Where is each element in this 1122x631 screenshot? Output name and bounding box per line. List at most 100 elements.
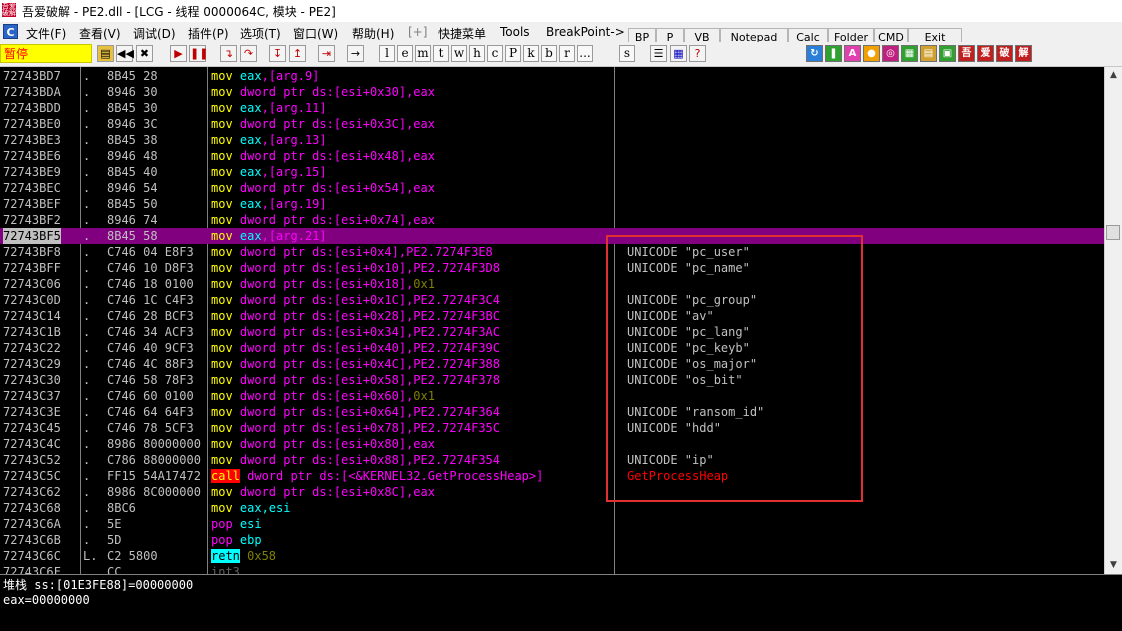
pause-green-icon[interactable]: ❚ — [825, 45, 842, 62]
breakpoints-button[interactable]: b — [541, 45, 557, 62]
disasm-row[interactable]: 72743C06. C746 18 0100 mov dword ptr ds:[e… — [0, 276, 1104, 292]
disasm-row[interactable]: 72743BE9. 8B45 40 mov eax,[arg.15] — [0, 164, 1104, 180]
disasm-row[interactable]: 72743C6F CC int3 — [0, 564, 1104, 574]
handles-button[interactable]: h — [469, 45, 485, 62]
disasm-row[interactable]: 72743C37. C746 60 0100 mov dword ptr ds:[e… — [0, 388, 1104, 404]
disasm-row[interactable]: 72743C0D. C746 1C C4F3 mov dword ptr ds:[e… — [0, 292, 1104, 308]
logo-char-4-icon[interactable]: 解 — [1015, 45, 1032, 62]
disasm-row[interactable]: 72743C6A. 5E pop esi — [0, 516, 1104, 532]
rewind-icon[interactable]: ◀◀ — [116, 45, 134, 62]
disasm-row[interactable]: 72743C30. C746 58 78F3 mov dword ptr ds:[e… — [0, 372, 1104, 388]
run-icon[interactable]: ▶ — [170, 45, 187, 62]
menu-breakpoint[interactable]: BreakPoint-> — [546, 25, 625, 39]
menu-view[interactable]: 查看(V) — [79, 25, 121, 42]
menu-tools[interactable]: Tools — [500, 25, 530, 39]
disasm-row[interactable]: 72743BFF. C746 10 D8F3 mov dword ptr ds:[e… — [0, 260, 1104, 276]
help-icon[interactable]: ? — [689, 45, 706, 62]
disasm-row[interactable]: 72743BF2. 8946 74 mov dword ptr ds:[esi+0x… — [0, 212, 1104, 228]
disasm-row[interactable]: 72743C6B. 5D pop ebp — [0, 532, 1104, 548]
menu-debug[interactable]: 调试(D) — [133, 25, 176, 42]
menu-window[interactable]: 窗口(W) — [293, 25, 338, 42]
disasm-row[interactable]: 72743BE6. 8946 48 mov dword ptr ds:[esi+0x… — [0, 148, 1104, 164]
disasm-row[interactable]: 72743C22. C746 40 9CF3 mov dword ptr ds:[e… — [0, 340, 1104, 356]
scroll-down-icon[interactable]: ▼ — [1105, 557, 1122, 574]
menu-plugins[interactable]: 插件(P) — [188, 25, 229, 42]
menu-shortcuts[interactable]: 快捷菜单 — [438, 25, 486, 42]
disasm-row[interactable]: 72743C1B. C746 34 ACF3 mov dword ptr ds:[e… — [0, 324, 1104, 340]
menu-plus[interactable]: [+] — [408, 25, 427, 39]
disasm-row[interactable]: 72743BF5. 8B45 58 mov eax,[arg.21] — [0, 228, 1104, 244]
run-trace-button[interactable]: ... — [577, 45, 593, 62]
logo-char-3-icon[interactable]: 破 — [996, 45, 1013, 62]
row-hex-bytes: C746 1C C4F3 — [107, 293, 194, 307]
a-icon[interactable]: A — [844, 45, 861, 62]
list-icon[interactable]: ☰ — [650, 45, 667, 62]
disassembly-pane[interactable]: 72743BD7. 8B45 28 mov eax,[arg.9] 72743BDA.… — [0, 67, 1104, 574]
disasm-row[interactable]: 72743BF8. C746 04 E8F3 mov dword ptr ds:[e… — [0, 244, 1104, 260]
disasm-row[interactable]: 72743BD7. 8B45 28 mov eax,[arg.9] — [0, 68, 1104, 84]
row-instruction: int3 — [211, 564, 240, 574]
disasm-row[interactable]: 72743BDA. 8946 30 mov dword ptr ds:[esi+0x… — [0, 84, 1104, 100]
instruction-token: eax — [239, 165, 262, 179]
disasm-row[interactable]: 72743C3E. C746 64 64F3 mov dword ptr ds:[e… — [0, 404, 1104, 420]
menu-help[interactable]: 帮助(H) — [352, 25, 394, 42]
menu-file[interactable]: 文件(F) — [26, 25, 66, 42]
target-icon[interactable]: ◎ — [882, 45, 899, 62]
close-icon[interactable]: ✖ — [136, 45, 153, 62]
step-into-icon[interactable]: ↴ — [220, 45, 237, 62]
source-button[interactable]: s — [619, 45, 635, 62]
goto-icon[interactable]: → — [347, 45, 364, 62]
refresh-icon[interactable]: ↻ — [806, 45, 823, 62]
trace-into-icon[interactable]: ↧ — [269, 45, 286, 62]
cmd-icon[interactable]: ▣ — [939, 45, 956, 62]
row-instruction: mov eax,[arg.19] — [211, 196, 327, 212]
execute-till-return-icon[interactable]: ⇥ — [318, 45, 335, 62]
disasm-row[interactable]: 72743BE3. 8B45 38 mov eax,[arg.13] — [0, 132, 1104, 148]
plugin-grid-icon[interactable]: ▦ — [901, 45, 918, 62]
disasm-row[interactable]: 72743C68. 8BC6 mov eax,esi — [0, 500, 1104, 516]
instruction-token: dword ptr ds:[esi+0x4],PE2.7274F3E8 — [239, 245, 493, 259]
instruction-token: mov — [211, 133, 240, 147]
instruction-token: 0x1 — [413, 389, 435, 403]
modules-button[interactable]: e — [397, 45, 413, 62]
pane-divider[interactable] — [0, 574, 1122, 575]
logo-char-1-icon[interactable]: 吾 — [958, 45, 975, 62]
step-over-icon[interactable]: ↷ — [240, 45, 257, 62]
menu-options[interactable]: 选项(T) — [240, 25, 281, 42]
windows-button[interactable]: w — [451, 45, 467, 62]
disasm-row[interactable]: 72743C6C L. C2 5800 retn 0x58 — [0, 548, 1104, 564]
disasm-row[interactable]: 72743C4C. 8986 80000000 mov dword ptr ds:[… — [0, 436, 1104, 452]
disasm-row[interactable]: 72743BDD. 8B45 30 mov eax,[arg.11] — [0, 100, 1104, 116]
row-address: 72743BEC — [3, 181, 61, 195]
disasm-row[interactable]: 72743C45. C746 78 5CF3 mov dword ptr ds:[e… — [0, 420, 1104, 436]
pause-icon[interactable]: ❚❚ — [189, 45, 208, 62]
scroll-thumb[interactable] — [1106, 225, 1120, 240]
disasm-row[interactable]: 72743BEF. 8B45 50 mov eax,[arg.19] — [0, 196, 1104, 212]
open-icon[interactable]: ▤ — [97, 45, 114, 62]
memory-button[interactable]: m — [415, 45, 431, 62]
scroll-up-icon[interactable]: ▲ — [1105, 67, 1122, 84]
log-window-button[interactable]: l — [379, 45, 395, 62]
folder-icon[interactable]: ▤ — [920, 45, 937, 62]
disasm-row[interactable]: 72743C14. C746 28 BCF3 mov dword ptr ds:[e… — [0, 308, 1104, 324]
vertical-scrollbar[interactable]: ▲ ▼ — [1104, 67, 1122, 574]
row-flow-mark: . — [83, 197, 91, 211]
row-instruction: mov eax,[arg.21] — [211, 228, 327, 244]
disasm-row[interactable]: 72743C5C. FF15 54A17472 call dword ptr ds:… — [0, 468, 1104, 484]
disasm-row[interactable]: 72743C29. C746 4C 88F3 mov dword ptr ds:[e… — [0, 356, 1104, 372]
cpu-window-icon[interactable]: C — [3, 24, 18, 39]
disasm-row[interactable]: 72743C52. C786 88000000 mov dword ptr ds:[… — [0, 452, 1104, 468]
disasm-row[interactable]: 72743C62. 8986 8C000000 mov dword ptr ds:[… — [0, 484, 1104, 500]
cpu-button[interactable]: c — [487, 45, 503, 62]
disasm-row[interactable]: 72743BE0. 8946 3C mov dword ptr ds:[esi+0x… — [0, 116, 1104, 132]
disasm-row[interactable]: 72743BEC. 8946 54 mov dword ptr ds:[esi+0x… — [0, 180, 1104, 196]
instruction-token: mov — [211, 293, 240, 307]
record-icon[interactable]: ● — [863, 45, 880, 62]
options-grid-icon[interactable]: ▦ — [670, 45, 687, 62]
call-stack-button[interactable]: k — [523, 45, 539, 62]
trace-over-icon[interactable]: ↥ — [289, 45, 306, 62]
threads-button[interactable]: t — [433, 45, 449, 62]
logo-char-2-icon[interactable]: 爱 — [977, 45, 994, 62]
references-button[interactable]: r — [559, 45, 575, 62]
patches-button[interactable]: P — [505, 45, 521, 62]
